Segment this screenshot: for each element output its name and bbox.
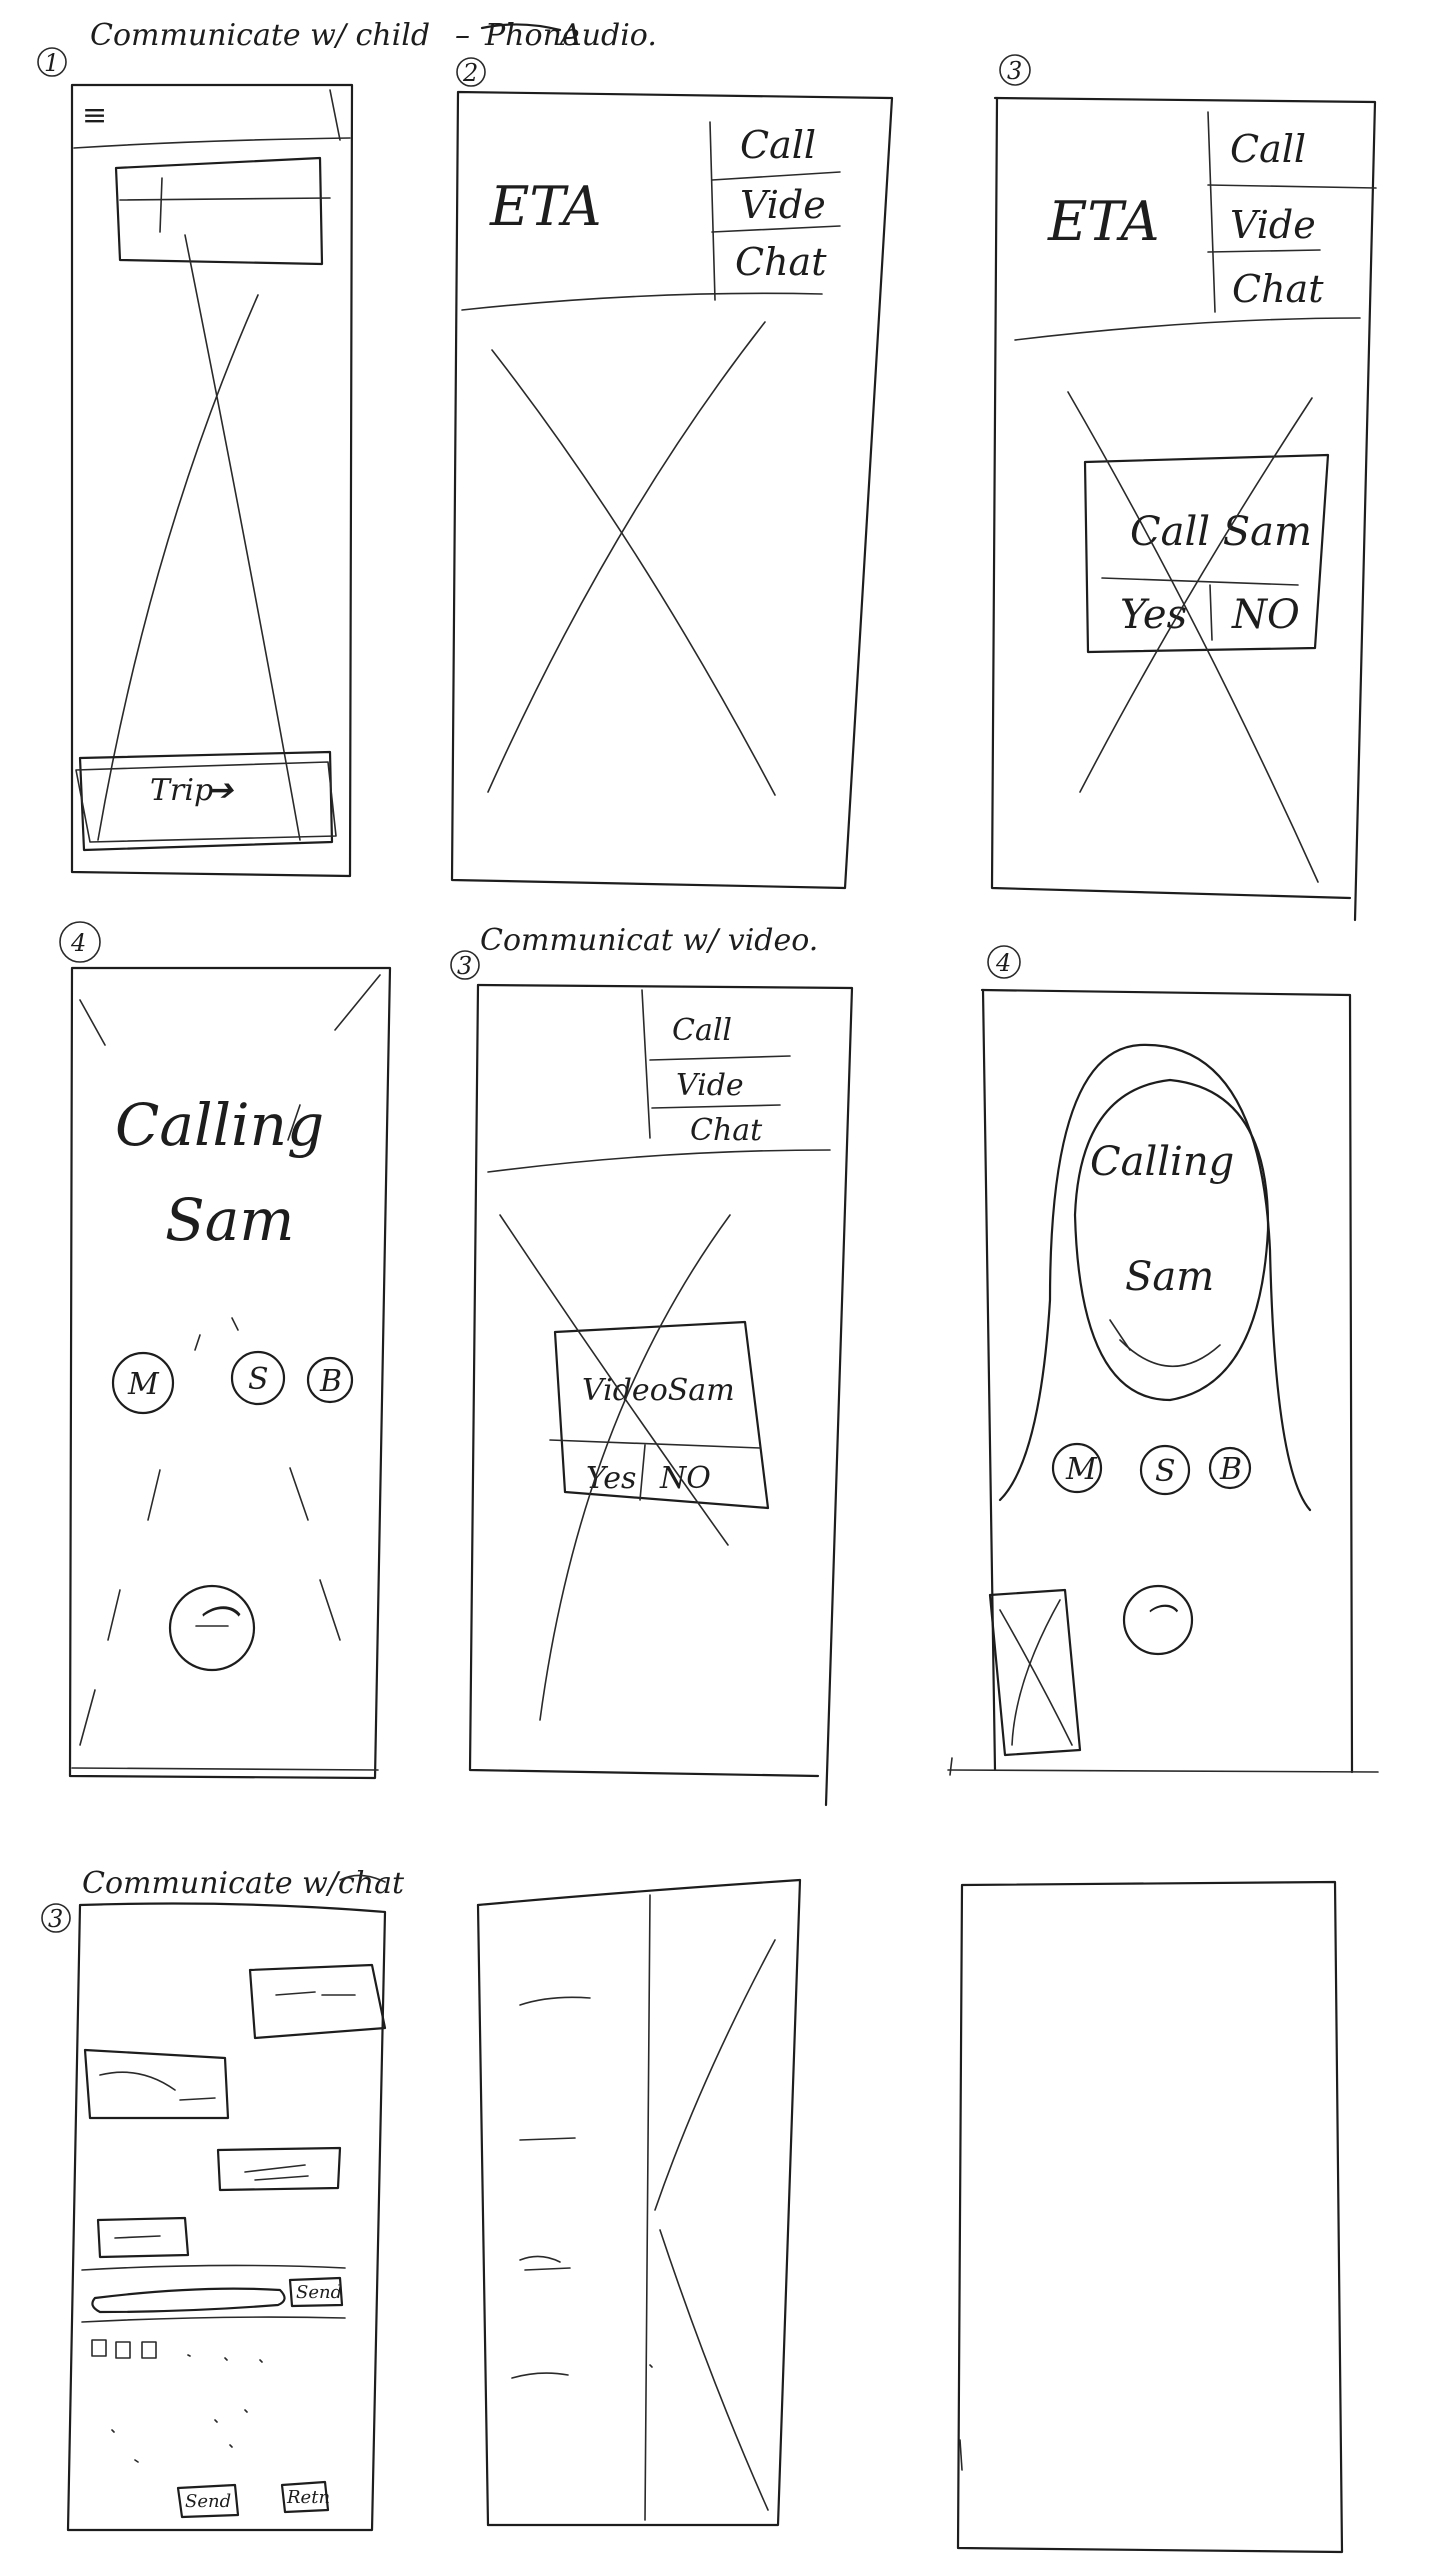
mute-button-label: M (127, 1367, 160, 1402)
frame-4: 4 Calling Sam M S B ⌒ (59, 921, 392, 1780)
hang-up-icon: ⌒ (195, 1604, 241, 1650)
frame-9 (956, 1880, 1344, 2554)
emoji-key-3[interactable] (141, 2341, 157, 2359)
callee-name: Sam (165, 1186, 294, 1254)
frame-number-3: 3 (1007, 57, 1022, 85)
chat-menu-item-5[interactable]: Chat (690, 1113, 763, 1148)
chat-bubble-incoming-2 (216, 2146, 342, 2192)
frame-number-7: 3 (48, 1905, 63, 1933)
frame-1: ≡ Trip ➔ (70, 83, 354, 878)
mute-button-label-6: M (1065, 1452, 1098, 1487)
sidebar-item-4[interactable] (511, 2372, 569, 2379)
video-dialog-title: VideoSam (582, 1373, 735, 1408)
frame-number-5: 3 (457, 952, 472, 980)
bluetooth-button-label: B (319, 1364, 342, 1399)
emoji-key[interactable] (91, 2339, 107, 2357)
heading-dash: – (455, 18, 470, 53)
storyboard-sheet: 1 Communicate w/ child – Phone Audio. ≡ … (37, 18, 1379, 2554)
call-no-button[interactable]: NO (1231, 592, 1300, 638)
message-input[interactable] (91, 2287, 286, 2314)
chat-menu-item[interactable]: Chat (735, 240, 827, 284)
chat-bubble-outgoing (83, 2048, 230, 2120)
video-no-button[interactable]: NO (659, 1461, 711, 1496)
call-menu-item-5[interactable]: Call (672, 1013, 732, 1048)
content-placeholder (654, 1939, 776, 2211)
frame-number-4: 4 (70, 929, 86, 957)
video-menu-item-5[interactable]: Vide (676, 1068, 744, 1103)
frame-5: 3 Communicat w/ video. Call Vide Chat Vi… (450, 923, 854, 1807)
video-menu-item-3[interactable]: Vide (1230, 203, 1316, 247)
eta-label-3: ETA (1047, 190, 1159, 253)
video-menu-item[interactable]: Vide (740, 183, 826, 227)
trip-button-label: Trip (150, 773, 213, 808)
hang-up-icon-6: ⌒ (1144, 1603, 1179, 1638)
sidebar-item-2[interactable] (519, 2137, 576, 2141)
speaker-button-label-6: S (1155, 1454, 1176, 1489)
emoji-key-2[interactable] (115, 2341, 131, 2359)
frame-3: 3 ETA Call Vide Chat Call Sam Yes NO (990, 54, 1377, 922)
video-yes-button[interactable]: Yes (586, 1461, 636, 1496)
sidebar-item-3[interactable] (519, 2255, 571, 2271)
callee-name-6: Sam (1125, 1254, 1214, 1300)
arrow-right-icon: ➔ (208, 773, 235, 808)
frame-number-6: 4 (995, 949, 1011, 977)
speaker-button-label: S (248, 1362, 269, 1397)
chat-bubble-incoming (248, 1963, 387, 2040)
bluetooth-button-label-6: B (1219, 1452, 1242, 1487)
heading-chat: Communicate w/chat (82, 1866, 405, 1901)
send-bottom-button-label: Send (185, 2491, 231, 2512)
frame-6: 4 Calling Sam M S B ⌒ (947, 945, 1379, 1776)
eta-label: ETA (489, 175, 601, 238)
heading-video: Communicat w/ video. (480, 923, 818, 958)
frame-8 (476, 1878, 802, 2527)
row1-heading: 1 Communicate w/ child – Phone Audio. (37, 18, 657, 77)
return-button-label: Retn (286, 2487, 330, 2508)
call-dialog-title: Call Sam (1130, 509, 1312, 555)
map-placeholder (491, 349, 776, 796)
frame-2: 2 ETA Call Vide Chat (450, 57, 894, 890)
map-card (114, 156, 324, 266)
call-menu-item[interactable]: Call (740, 123, 816, 167)
frame-number-1: 1 (44, 49, 59, 77)
hamburger-menu-icon[interactable]: ≡ (82, 98, 107, 133)
chat-menu-item-3[interactable]: Chat (1232, 267, 1324, 311)
frame-7: 3 Communicate w/chat Send Send Retn (41, 1866, 405, 2532)
sidebar-item-1[interactable] (519, 1996, 591, 2006)
heading-audio: Communicate w/ child (90, 18, 430, 53)
heading-audio-mode: Audio. (557, 18, 657, 53)
calling-label-6: Calling (1090, 1139, 1234, 1185)
send-button-label: Send (296, 2282, 342, 2303)
frame-number-2: 2 (462, 59, 478, 87)
call-menu-item-3[interactable]: Call (1230, 127, 1306, 171)
caller-avatar (1073, 1078, 1270, 1402)
